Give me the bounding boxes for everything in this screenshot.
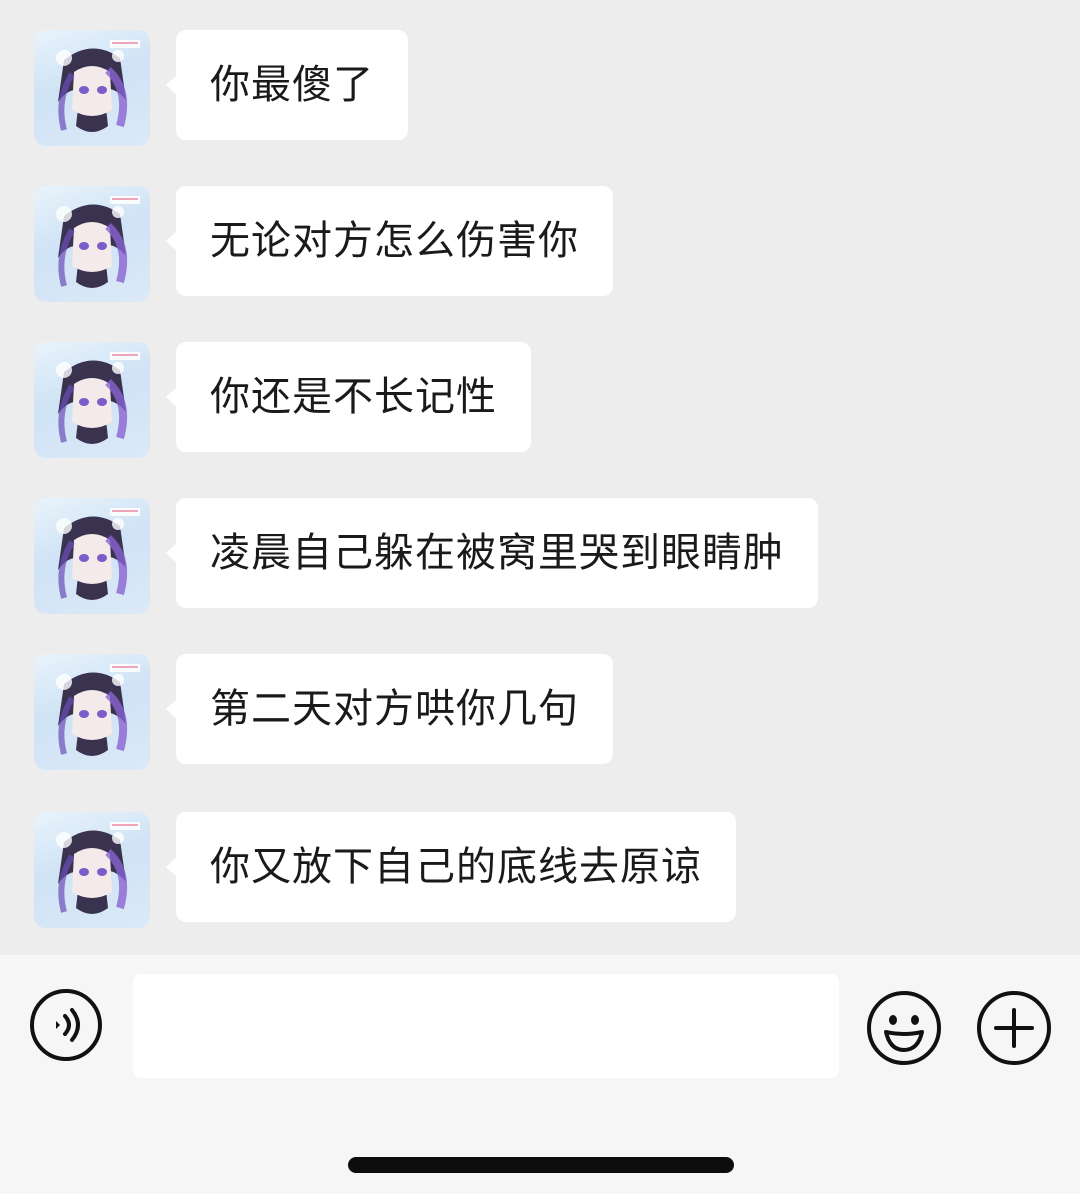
plus-icon bbox=[977, 991, 1051, 1065]
avatar-illustration bbox=[56, 196, 140, 288]
avatar[interactable] bbox=[34, 30, 150, 146]
voice-button[interactable] bbox=[29, 988, 103, 1062]
avatar-illustration bbox=[56, 352, 140, 444]
message-bubble[interactable]: 无论对方怎么伤害你 bbox=[166, 186, 613, 296]
message-row: 凌晨自己躲在被窝里哭到眼睛肿 bbox=[0, 498, 1080, 614]
avatar[interactable] bbox=[34, 186, 150, 302]
message-row: 第二天对方哄你几句 bbox=[0, 654, 1080, 770]
avatar-illustration bbox=[56, 40, 140, 132]
message-bubble[interactable]: 第二天对方哄你几句 bbox=[166, 654, 613, 764]
home-indicator[interactable] bbox=[348, 1157, 734, 1173]
more-button[interactable] bbox=[976, 990, 1052, 1066]
message-bubble[interactable]: 凌晨自己躲在被窝里哭到眼睛肿 bbox=[166, 498, 818, 608]
message-bubble[interactable]: 你最傻了 bbox=[166, 30, 408, 140]
message-bubble[interactable]: 你又放下自己的底线去原谅 bbox=[166, 812, 736, 922]
chat-history[interactable]: 你最傻了 无论对方怎么伤害你 你还是不长记性 凌晨自己躲在被窝里哭到眼睛肿 第二… bbox=[0, 0, 1080, 955]
avatar-illustration bbox=[56, 664, 140, 756]
voice-icon bbox=[30, 989, 102, 1061]
avatar[interactable] bbox=[34, 342, 150, 458]
message-row: 你还是不长记性 bbox=[0, 342, 1080, 458]
avatar[interactable] bbox=[34, 812, 150, 928]
avatar[interactable] bbox=[34, 498, 150, 614]
avatar[interactable] bbox=[34, 654, 150, 770]
emoji-icon bbox=[867, 991, 941, 1065]
message-row: 无论对方怎么伤害你 bbox=[0, 186, 1080, 302]
message-row: 你又放下自己的底线去原谅 bbox=[0, 812, 1080, 928]
avatar-illustration bbox=[56, 822, 140, 914]
message-bubble[interactable]: 你还是不长记性 bbox=[166, 342, 531, 452]
message-input[interactable] bbox=[133, 974, 839, 1078]
message-row: 你最傻了 bbox=[0, 30, 1080, 146]
avatar-illustration bbox=[56, 508, 140, 600]
emoji-button[interactable] bbox=[866, 990, 942, 1066]
